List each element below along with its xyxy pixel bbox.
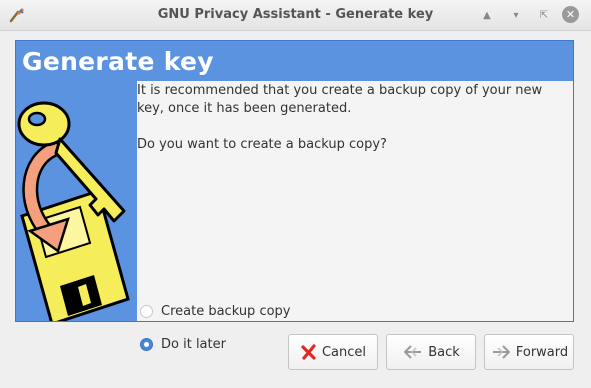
back-label: Back	[428, 344, 460, 360]
create-backup-label: Create backup copy	[161, 304, 291, 319]
forward-arrow-icon	[492, 345, 510, 359]
do-it-later-label: Do it later	[161, 337, 226, 352]
create-backup-radio[interactable]: Create backup copy	[140, 304, 291, 319]
title-bar[interactable]: GNU Privacy Assistant - Generate key ▲ ▾…	[0, 0, 591, 31]
radio-circle-selected[interactable]	[140, 338, 153, 351]
page-heading: Generate key	[22, 47, 214, 76]
assistant-page: Generate key It is recommended that you …	[15, 40, 574, 352]
key-floppy-illustration	[17, 101, 130, 321]
radio-circle[interactable]	[140, 305, 153, 318]
backup-recommendation-text: It is recommended that you create a back…	[137, 83, 543, 116]
cancel-label: Cancel	[321, 344, 367, 360]
back-arrow-icon	[404, 345, 422, 359]
content-panel: It is recommended that you create a back…	[137, 81, 573, 352]
close-icon[interactable]: ✕	[562, 6, 579, 23]
window-title: GNU Privacy Assistant - Generate key	[157, 7, 434, 22]
forward-label: Forward	[515, 344, 569, 360]
back-button[interactable]: Back	[386, 334, 476, 370]
minimize-icon[interactable]: ▾	[508, 7, 524, 23]
cancel-button[interactable]: Cancel	[288, 334, 378, 370]
shade-icon[interactable]: ▲	[479, 7, 495, 23]
backup-question: Do you want to create a backup copy?	[137, 137, 387, 152]
forward-button[interactable]: Forward	[484, 334, 574, 370]
message: It is recommended that you create a back…	[137, 82, 567, 154]
arrow-icon	[22, 141, 70, 254]
restore-icon[interactable]: ⇱	[536, 7, 552, 23]
cancel-icon	[301, 344, 316, 360]
do-it-later-radio[interactable]: Do it later	[140, 337, 226, 352]
